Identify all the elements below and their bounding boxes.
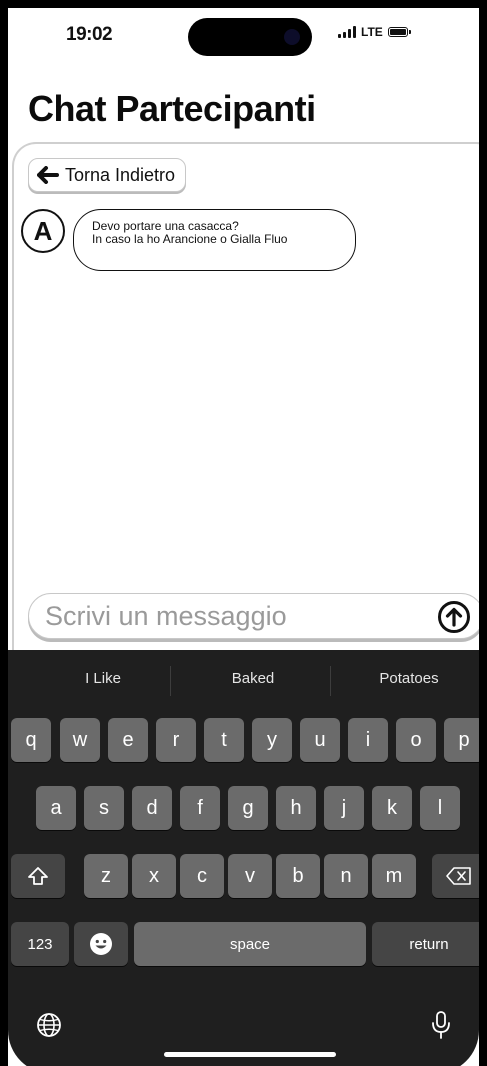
key-o[interactable]: o bbox=[396, 718, 436, 762]
numbers-key[interactable]: 123 bbox=[11, 922, 69, 966]
key-z[interactable]: z bbox=[84, 854, 128, 898]
key-n[interactable]: n bbox=[324, 854, 368, 898]
suggestion-divider bbox=[170, 666, 171, 696]
shift-icon bbox=[28, 867, 48, 885]
delete-key[interactable] bbox=[432, 854, 479, 898]
message-composer bbox=[28, 593, 479, 639]
key-a[interactable]: a bbox=[36, 786, 76, 830]
suggestion-bar: I Like Baked Potatoes bbox=[8, 650, 479, 710]
avatar: A bbox=[21, 209, 65, 253]
suggestion-item[interactable]: I Like bbox=[48, 670, 158, 687]
battery-icon bbox=[387, 27, 411, 37]
suggestion-item[interactable]: Baked bbox=[198, 670, 308, 687]
camera-icon bbox=[284, 29, 300, 45]
status-time: 19:02 bbox=[66, 24, 113, 45]
globe-icon[interactable] bbox=[36, 1012, 62, 1038]
key-y[interactable]: y bbox=[252, 718, 292, 762]
keyboard: I Like Baked Potatoes q w e r t y u i o … bbox=[8, 650, 479, 1066]
key-k[interactable]: k bbox=[372, 786, 412, 830]
key-w[interactable]: w bbox=[60, 718, 100, 762]
shift-key[interactable] bbox=[11, 854, 65, 898]
return-key[interactable]: return bbox=[372, 922, 479, 966]
key-u[interactable]: u bbox=[300, 718, 340, 762]
back-arrow-icon bbox=[37, 166, 59, 184]
key-d[interactable]: d bbox=[132, 786, 172, 830]
key-m[interactable]: m bbox=[372, 854, 416, 898]
key-p[interactable]: p bbox=[444, 718, 479, 762]
send-arrow-icon[interactable] bbox=[437, 600, 471, 634]
dynamic-island bbox=[188, 18, 312, 56]
home-indicator[interactable] bbox=[164, 1052, 336, 1057]
key-j[interactable]: j bbox=[324, 786, 364, 830]
back-button[interactable]: Torna Indietro bbox=[28, 158, 187, 192]
key-c[interactable]: c bbox=[180, 854, 224, 898]
message-line: In caso la ho Arancione o Gialla Fluo bbox=[92, 232, 288, 246]
back-button-label: Torna Indietro bbox=[65, 164, 176, 185]
key-f[interactable]: f bbox=[180, 786, 220, 830]
page-title: Chat Partecipanti bbox=[28, 88, 316, 129]
key-e[interactable]: e bbox=[108, 718, 148, 762]
key-b[interactable]: b bbox=[276, 854, 320, 898]
suggestion-item[interactable]: Potatoes bbox=[354, 670, 464, 687]
message-input[interactable] bbox=[45, 600, 425, 632]
key-i[interactable]: i bbox=[348, 718, 388, 762]
key-t[interactable]: t bbox=[204, 718, 244, 762]
key-r[interactable]: r bbox=[156, 718, 196, 762]
signal-icon bbox=[338, 26, 356, 38]
status-indicators: LTE bbox=[338, 25, 411, 39]
key-l[interactable]: l bbox=[420, 786, 460, 830]
key-g[interactable]: g bbox=[228, 786, 268, 830]
delete-icon bbox=[446, 867, 471, 885]
emoji-key[interactable] bbox=[74, 922, 128, 966]
emoji-icon bbox=[90, 933, 112, 955]
key-x[interactable]: x bbox=[132, 854, 176, 898]
key-v[interactable]: v bbox=[228, 854, 272, 898]
network-label: LTE bbox=[361, 25, 383, 39]
microphone-icon[interactable] bbox=[430, 1010, 452, 1040]
key-q[interactable]: q bbox=[11, 718, 51, 762]
message-bubble: Devo portare una casacca? In caso la ho … bbox=[73, 209, 356, 271]
key-h[interactable]: h bbox=[276, 786, 316, 830]
space-key[interactable]: space bbox=[134, 922, 366, 966]
key-s[interactable]: s bbox=[84, 786, 124, 830]
phone-screen: 19:02 LTE Chat Partecipanti Torna Indiet… bbox=[0, 0, 487, 1066]
suggestion-divider bbox=[330, 666, 331, 696]
